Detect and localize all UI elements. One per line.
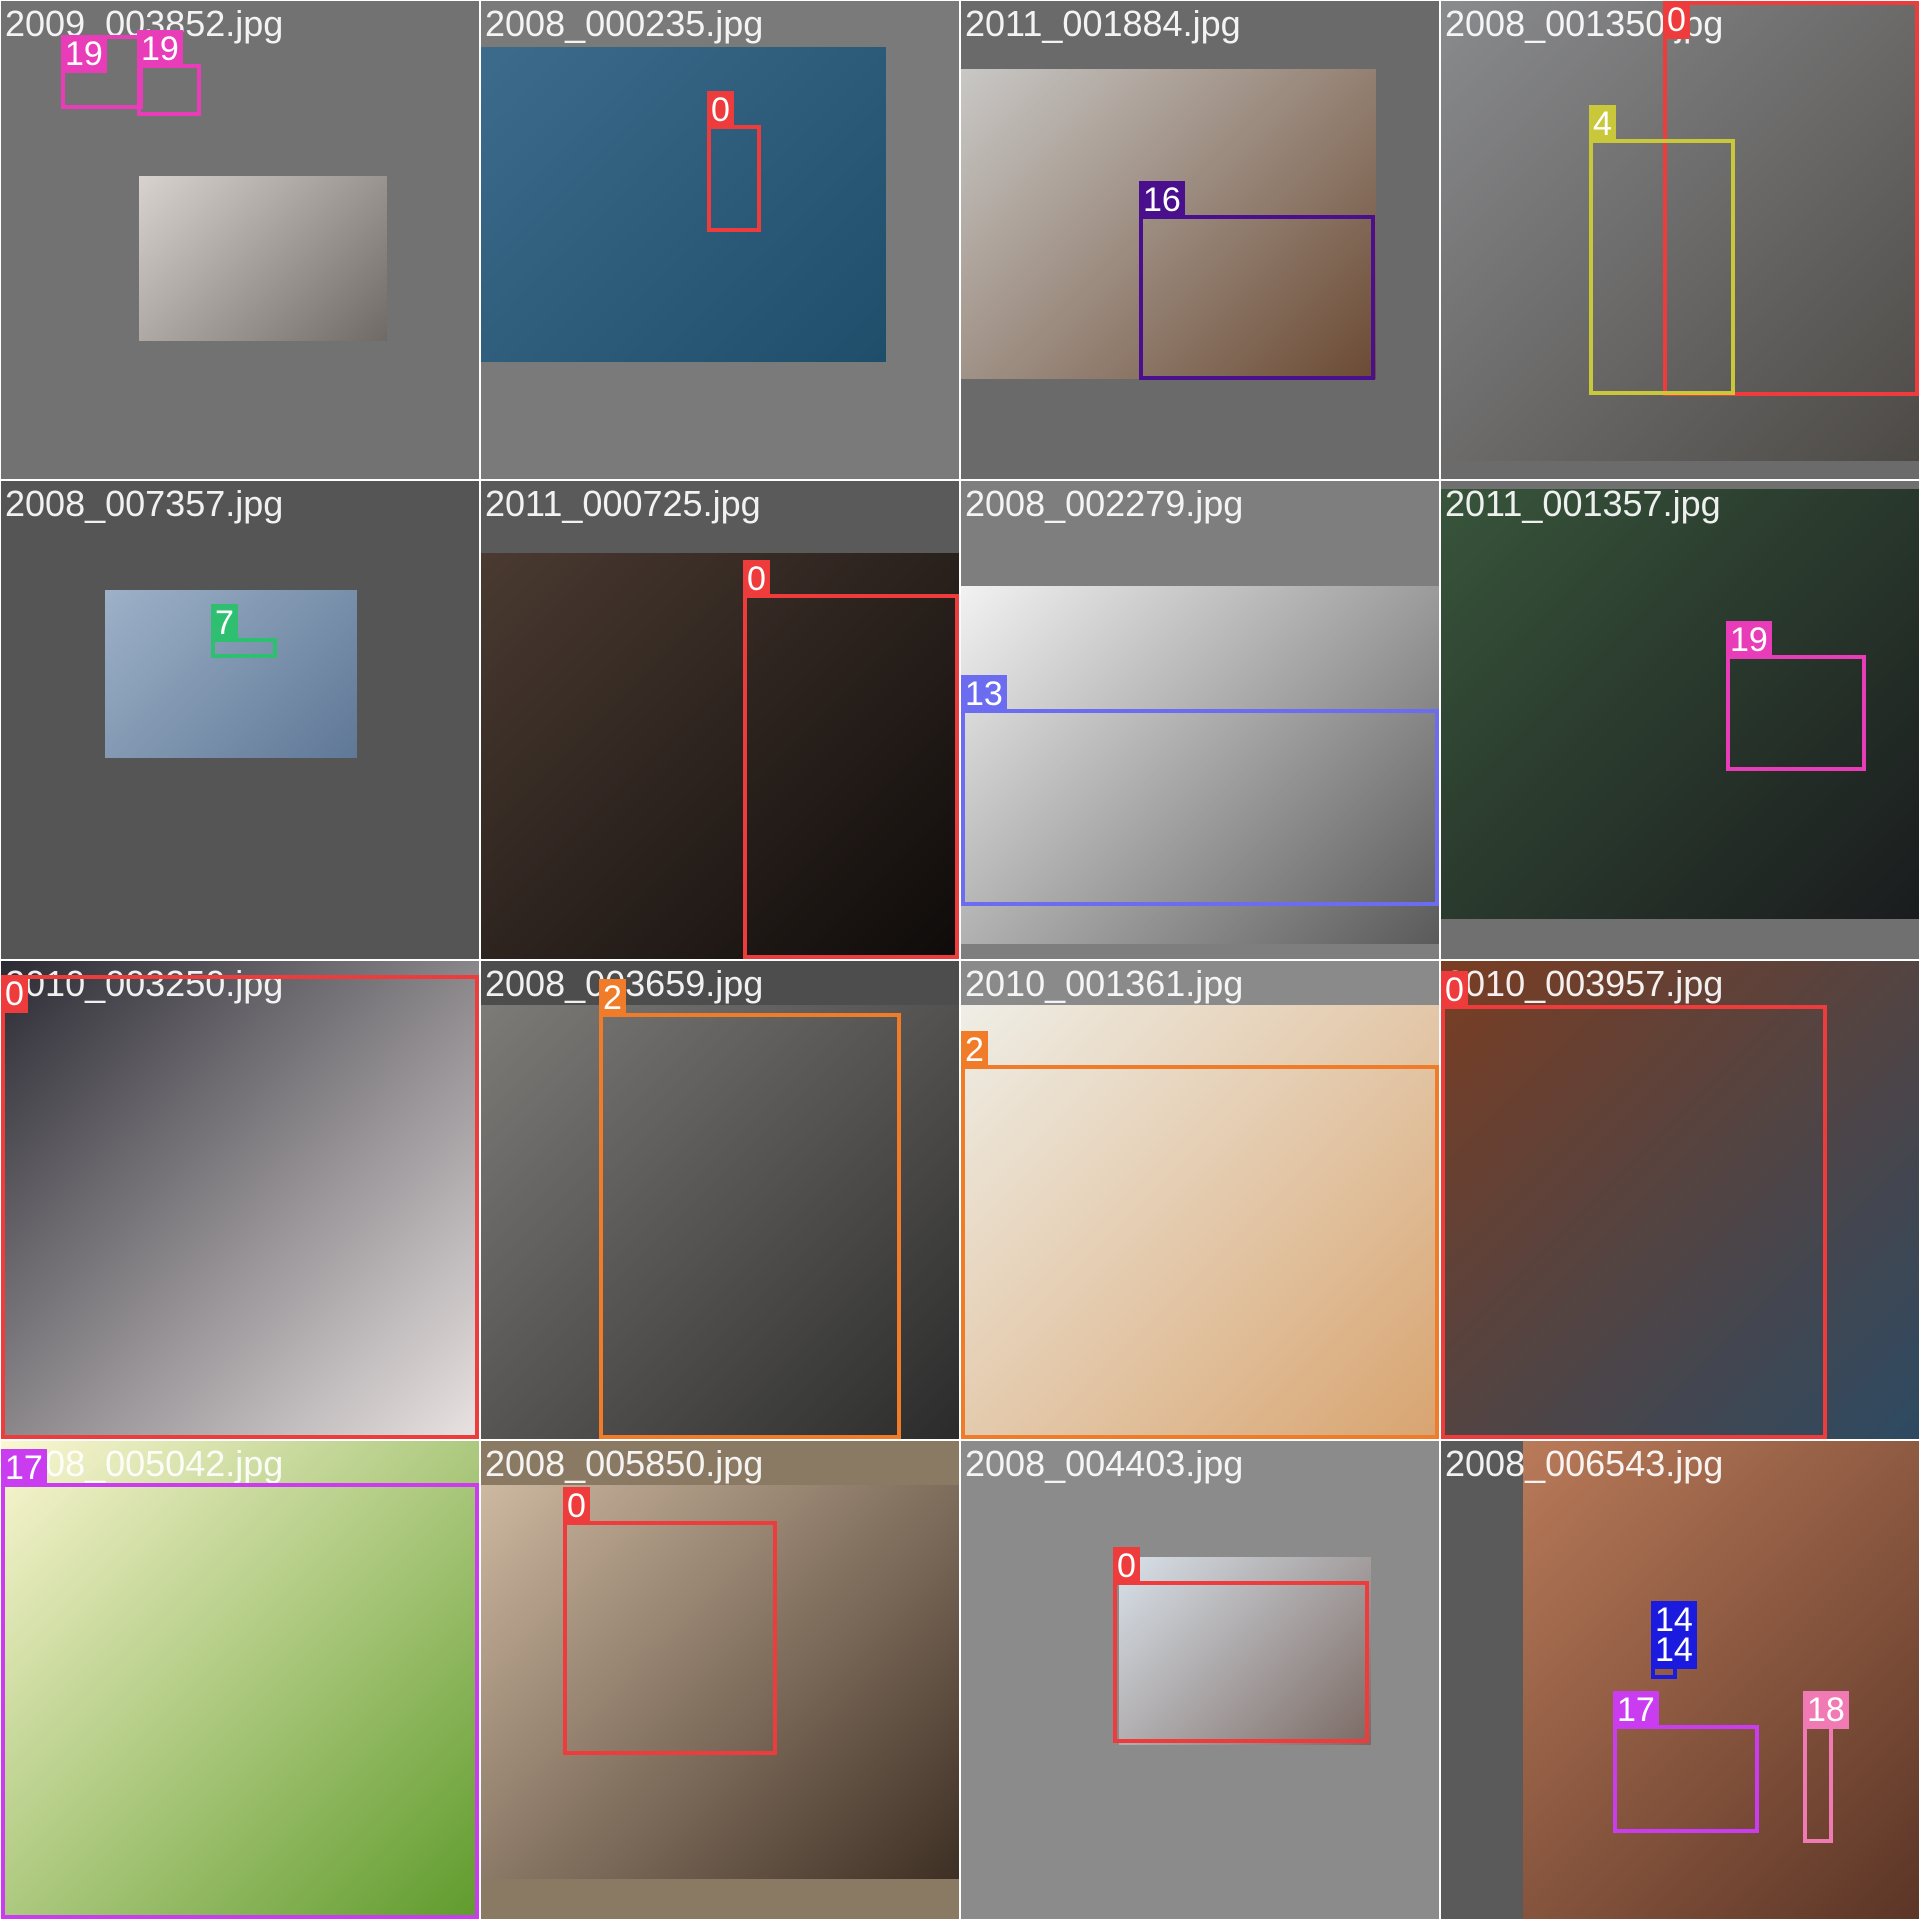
mosaic-tile: 2008_001350.jpg 0 4 xyxy=(1441,1,1919,479)
mosaic-tile: 2010_003957.jpg 0 xyxy=(1441,961,1919,1439)
bounding-box: 19 xyxy=(61,35,143,109)
tile-filename: 2010_001361.jpg xyxy=(965,963,1244,1004)
bounding-box: 19 xyxy=(137,30,201,116)
bounding-box-label: 0 xyxy=(1663,1,1690,39)
mosaic-tile: 2009_003852.jpg 19 19 xyxy=(1,1,479,479)
bounding-box: 0 xyxy=(1113,1547,1369,1743)
tile-filename: 2011_001884.jpg xyxy=(965,3,1241,44)
tile-filename: 2008_007357.jpg xyxy=(5,483,284,524)
mosaic-tile: 2008_003659.jpg2 xyxy=(481,961,959,1439)
mosaic-tile: 2011_000725.jpg 0 xyxy=(481,481,959,959)
bounding-box-label: 0 xyxy=(563,1487,590,1525)
bounding-box-label: 2 xyxy=(961,1031,988,1069)
mosaic-tile: 2010_003250.jpg 0 xyxy=(1,961,479,1439)
tile-filename: 2011_000725.jpg xyxy=(485,483,761,524)
bounding-box-label: 19 xyxy=(1726,621,1772,659)
mosaic-tile: 2008_000235.jpg 0 xyxy=(481,1,959,479)
bounding-box: 17 xyxy=(1613,1691,1759,1833)
tile-photo xyxy=(139,176,387,341)
bounding-box: 16 xyxy=(1139,181,1375,380)
bounding-box-label: 2 xyxy=(599,979,626,1017)
mosaic-tile: 2011_001357.jpg 19 xyxy=(1441,481,1919,959)
mosaic-tile: 2008_005042.jpg 17 xyxy=(1,1441,479,1919)
bounding-box: 2 xyxy=(599,979,901,1439)
bounding-box: 4 xyxy=(1589,105,1735,395)
mosaic-tile: 2008_004403.jpg 0 xyxy=(961,1441,1439,1919)
mosaic-tile: 2008_006543.jpg 14 14 17 18 xyxy=(1441,1441,1919,1919)
bounding-box: 7 xyxy=(211,604,277,658)
bounding-box: 14 xyxy=(1651,1631,1697,1679)
bounding-box-label: 19 xyxy=(137,30,183,68)
bounding-box: 18 xyxy=(1803,1691,1849,1843)
mosaic-grid: 2009_003852.jpg 19 19 2008_000235.jpg 0 2011_… xyxy=(0,0,1920,1920)
mosaic-tile: 2008_007357.jpg 7 xyxy=(1,481,479,959)
tile-filename: 2008_004403.jpg xyxy=(965,1443,1244,1484)
bounding-box-label: 19 xyxy=(61,35,107,73)
tile-photo xyxy=(481,47,886,362)
mosaic-tile: 2008_002279.jpg 13 xyxy=(961,481,1439,959)
bounding-box: 0 xyxy=(1,975,479,1439)
bounding-box: 0 xyxy=(563,1487,777,1755)
bounding-box: 13 xyxy=(961,675,1439,906)
bounding-box-label: 0 xyxy=(707,91,734,129)
tile-photo xyxy=(1523,1441,1919,1919)
tile-filename: 2008_000235.jpg xyxy=(485,3,764,44)
bounding-box-label: 18 xyxy=(1803,1691,1849,1729)
bounding-box: 17 xyxy=(1,1449,479,1919)
bounding-box-label: 0 xyxy=(1,975,28,1013)
bounding-box-label: 7 xyxy=(211,604,238,642)
bounding-box-label: 0 xyxy=(1441,971,1468,1009)
bounding-box: 0 xyxy=(1441,971,1827,1439)
bounding-box-label: 16 xyxy=(1139,181,1185,219)
mosaic-tile: 2010_001361.jpg 2 xyxy=(961,961,1439,1439)
bounding-box-label: 0 xyxy=(1113,1547,1140,1585)
bounding-box-label: 0 xyxy=(743,560,770,598)
mosaic-tile: 2008_005850.jpg 0 xyxy=(481,1441,959,1919)
mosaic-tile: 2011_001884.jpg 16 xyxy=(961,1,1439,479)
bounding-box-label: 17 xyxy=(1613,1691,1659,1729)
bounding-box-label: 17 xyxy=(1,1449,47,1487)
tile-filename: 2008_002279.jpg xyxy=(965,483,1244,524)
bounding-box: 0 xyxy=(743,560,959,959)
bounding-box: 2 xyxy=(961,1031,1439,1439)
tile-filename: 2008_005850.jpg xyxy=(485,1443,764,1484)
bounding-box: 0 xyxy=(707,91,761,232)
bounding-box: 19 xyxy=(1726,621,1866,771)
bounding-box-label: 14 xyxy=(1651,1631,1697,1669)
bounding-box-label: 4 xyxy=(1589,105,1616,143)
bounding-box-label: 13 xyxy=(961,675,1007,713)
